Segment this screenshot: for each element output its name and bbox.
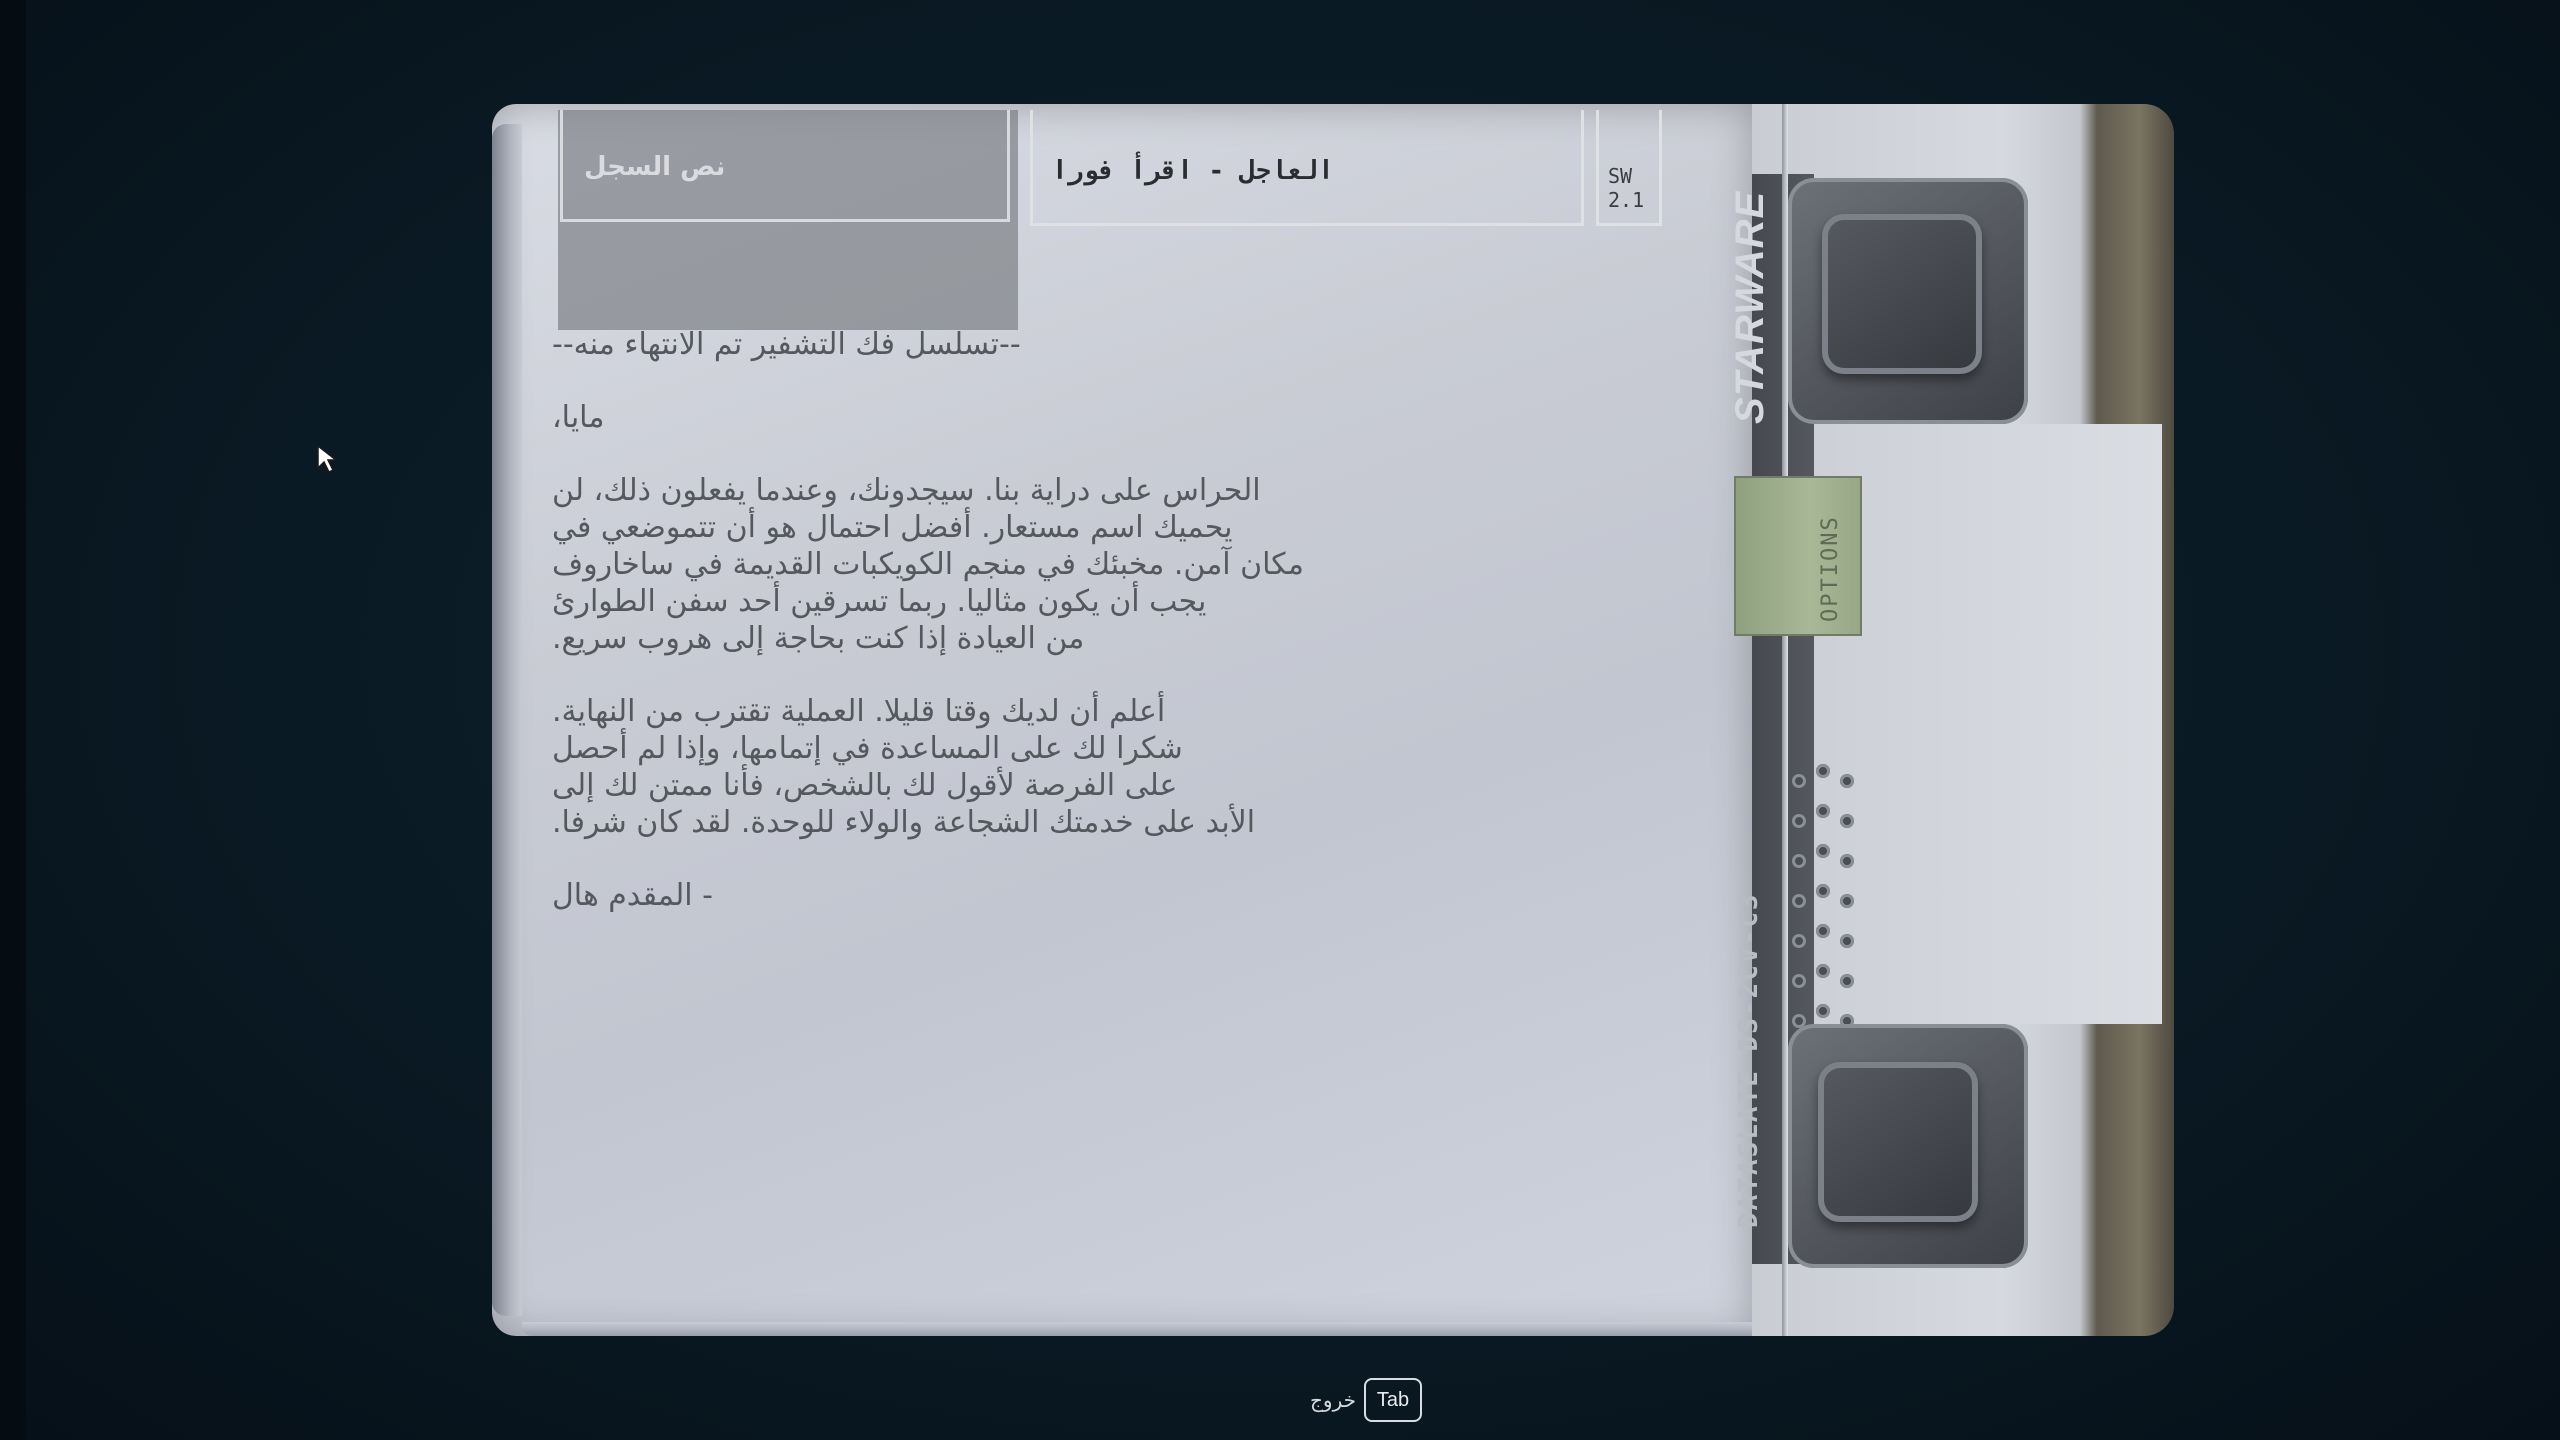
- mouse-pointer-icon: [317, 444, 339, 474]
- exit-label: خروج: [1310, 1388, 1356, 1412]
- message-signature: - المقدم هال: [552, 878, 713, 913]
- left-edge-strip: [0, 0, 26, 1440]
- options-label: OPTIONS: [1818, 515, 1843, 622]
- message-decrypt-status: --تسلسل فك التشفير تم الانتهاء منه--: [552, 327, 1021, 362]
- brand-logo: STARWARE: [1728, 191, 1772, 425]
- subject-title: العاجل - اقرأ فورا: [1052, 156, 1334, 186]
- model-label: DATASLATE DS-2CV-C3: [1734, 892, 1764, 1228]
- brand-label: STARWARE: [1728, 190, 1772, 424]
- slate-edge: [492, 124, 522, 1316]
- message-greeting: مايا،: [552, 400, 605, 435]
- dataslate-device: نص السجل العاجل - اقرأ فورا SW 2.1 --تسل…: [492, 104, 2174, 1336]
- exit-hint: خروج Tab: [1310, 1376, 1422, 1424]
- tab-key-button[interactable]: Tab: [1363, 1378, 1422, 1422]
- message-paragraph: أعلم أن لديك وقتا قليلا. العملية تقترب م…: [552, 694, 1256, 840]
- slate-bottom-lip: [522, 1322, 1752, 1336]
- tab-log-text-label: نص السجل: [584, 152, 726, 182]
- options-label-wrap: OPTIONS: [1818, 515, 1843, 623]
- version-badge: SW 2.1: [1608, 164, 1645, 212]
- message-paragraph: الحراس على دراية بنا. سيجدونك، وعندما يف…: [552, 473, 1304, 656]
- model-label-wrap: DATASLATE DS-2CV-C3: [1734, 893, 1764, 1229]
- message-body: --تسلسل فك التشفير تم الانتهاء منه-- ماي…: [552, 326, 1412, 950]
- housing-cutout: [1872, 424, 2162, 1024]
- top-hardware-button[interactable]: [1822, 214, 1982, 374]
- bottom-hardware-button[interactable]: [1818, 1062, 1978, 1222]
